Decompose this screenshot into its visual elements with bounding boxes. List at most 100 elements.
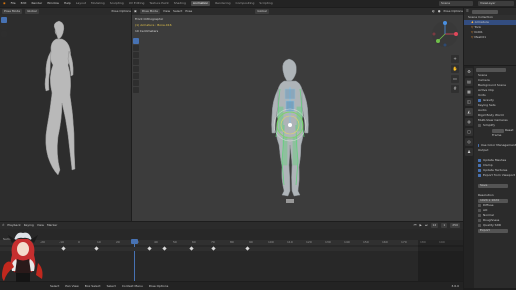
scene-properties-icon[interactable]: ◭ — [465, 108, 473, 116]
blender-logo-icon[interactable]: ◉ — [3, 2, 6, 5]
save-button[interactable]: Save — [478, 183, 508, 188]
output-properties-icon[interactable]: ▦ — [465, 88, 473, 96]
scale-icon[interactable] — [133, 66, 139, 72]
frame-tick-label: 40 — [154, 240, 158, 244]
export-button-row[interactable]: Export — [474, 228, 516, 233]
mode-dropdown[interactable]: Pose Mode — [139, 9, 160, 14]
workspace-tab-shading[interactable]: Shading — [174, 2, 186, 5]
simplify-checkbox[interactable] — [478, 124, 481, 127]
orientation-dropdown[interactable]: Global — [255, 9, 269, 14]
reset-field[interactable] — [492, 128, 504, 133]
menu-view-timeline[interactable]: View — [37, 224, 44, 227]
playhead-marker[interactable] — [131, 239, 138, 244]
pose-options-dropdown[interactable]: Pose Options — [444, 10, 463, 13]
clamp-checkbox[interactable] — [478, 164, 481, 167]
workspace-tab-compositing[interactable]: Compositing — [236, 2, 255, 5]
world-properties-icon[interactable]: ◍ — [465, 118, 473, 126]
current-frame-field[interactable]: 12 — [430, 223, 439, 228]
diffuse-checkbox[interactable] — [478, 204, 481, 207]
export-viewport-checkbox[interactable] — [478, 174, 481, 177]
menu-keying[interactable]: Keying — [24, 224, 34, 227]
annotate-icon[interactable] — [133, 80, 139, 86]
physics-icon[interactable]: ◎ — [465, 138, 473, 146]
menu-file[interactable]: File — [11, 2, 16, 5]
properties-search[interactable] — [476, 67, 506, 72]
normal-checkbox[interactable] — [478, 214, 481, 217]
update-textures-checkbox[interactable] — [478, 169, 481, 172]
workspace-tab-rendering[interactable]: Rendering — [215, 2, 230, 5]
end-frame-overlay — [418, 240, 463, 281]
menu-help[interactable]: Help — [64, 2, 71, 5]
left-viewport-header: Pose Mode Global Pose Options — [0, 8, 131, 15]
use-color-checkbox[interactable] — [478, 144, 479, 147]
jump-end-icon[interactable]: ⏭ — [425, 224, 428, 227]
resolution-field[interactable]: 1024 x 1024 — [478, 198, 508, 203]
menu-pose[interactable]: Pose — [185, 10, 192, 13]
timeline-editor-icon[interactable]: ⏱ — [2, 224, 4, 227]
roughness-checkbox[interactable] — [478, 219, 481, 222]
frame-end-field[interactable]: 250 — [450, 223, 460, 228]
workspace-tab-layout[interactable]: Layout — [76, 2, 86, 5]
transform-icon[interactable] — [133, 73, 139, 79]
rotate-icon[interactable] — [133, 59, 139, 65]
outliner-search[interactable] — [471, 9, 498, 14]
object-properties-icon[interactable]: ▢ — [465, 128, 473, 136]
play-icon[interactable]: ▶ — [420, 224, 422, 227]
menu-edit[interactable]: Edit — [21, 2, 27, 5]
menu-view[interactable]: View — [163, 10, 170, 13]
menu-marker[interactable]: Marker — [47, 224, 57, 227]
workspace-tab-uv-editing[interactable]: UV Editing — [129, 2, 145, 5]
outliner-item[interactable]: ▽ Mesh01 — [464, 35, 516, 40]
left-options-label[interactable]: Pose Options — [112, 10, 131, 13]
ortho-grid-icon[interactable]: # — [451, 85, 459, 93]
workspace-tab-texture-paint[interactable]: Texture Paint — [149, 2, 168, 5]
ao-checkbox[interactable] — [478, 209, 481, 212]
outliner-header: ☰ — [464, 8, 516, 15]
playhead[interactable] — [134, 239, 135, 281]
view-layer-icon[interactable]: ◫ — [465, 98, 473, 106]
workspace-tab-sculpting[interactable]: Sculpting — [110, 2, 124, 5]
menu-render[interactable]: Render — [31, 2, 42, 5]
view-layer-selector[interactable]: ViewLayer — [478, 1, 514, 6]
outliner-display-icon[interactable]: ☰ — [466, 10, 469, 13]
camera-view-icon[interactable]: ▭ — [451, 75, 459, 83]
cursor-tool-icon[interactable] — [1, 24, 7, 30]
menu-select[interactable]: Select — [173, 10, 182, 13]
tool-properties-icon[interactable]: ⚙ — [465, 68, 473, 76]
move-icon[interactable] — [133, 52, 139, 58]
workspace-tab-animation[interactable]: Animation — [190, 1, 211, 6]
workspace-tab-scripting[interactable]: Scripting — [259, 2, 272, 5]
pan-hand-icon[interactable]: ✋ — [451, 65, 459, 73]
export-button[interactable]: Export — [478, 228, 508, 233]
navigation-gizmo[interactable] — [430, 19, 460, 49]
left-orientation-dropdown[interactable]: Global — [25, 9, 39, 14]
gravity-checkbox[interactable] — [478, 99, 481, 102]
workspace-tab-modeling[interactable]: Modeling — [91, 2, 105, 5]
timeline-area[interactable]: Summary -20-1001020304050607080901001101… — [0, 229, 463, 281]
data-properties-icon[interactable]: ♟ — [465, 148, 473, 156]
left-viewport-canvas[interactable] — [0, 15, 131, 221]
measure-icon[interactable] — [133, 87, 139, 93]
move-tool-icon[interactable] — [1, 31, 7, 37]
zoom-icon[interactable]: + — [451, 55, 459, 63]
scene-selector[interactable]: Scene — [439, 1, 473, 6]
select-box-tool-icon[interactable] — [1, 17, 7, 23]
menu-window[interactable]: Window — [47, 2, 59, 5]
menu-playback[interactable]: Playback — [7, 224, 20, 227]
left-mode-dropdown[interactable]: Pose Mode — [2, 9, 23, 14]
update-meshes-checkbox[interactable] — [478, 159, 481, 162]
main-viewport-canvas[interactable]: Front Orthographic (1) Armature : Bone.0… — [132, 15, 463, 221]
cursor-icon[interactable] — [133, 45, 139, 51]
rigged-character — [271, 58, 309, 203]
viewport-shading-icon[interactable]: ● — [438, 10, 441, 13]
jump-start-icon[interactable]: ⏮ — [414, 224, 417, 227]
render-properties-icon[interactable]: ▤ — [465, 78, 473, 86]
frame-tick-label: 120 — [306, 240, 312, 244]
outliner: ☰ Scene Collection ♟ Armature ▽ Tonk ▽ Kid0… — [464, 8, 516, 65]
select-tool-icon[interactable] — [133, 38, 139, 44]
frame-start-field[interactable]: 1 — [441, 223, 448, 228]
viewport-overlays-icon[interactable]: ◐ — [432, 10, 435, 13]
armature-icon: ♟ — [471, 20, 474, 24]
editor-type-icon[interactable]: ▣ — [134, 10, 137, 13]
main-viewport-header: ▣ Pose Mode View Select Pose Global ◐ ● … — [132, 8, 463, 15]
